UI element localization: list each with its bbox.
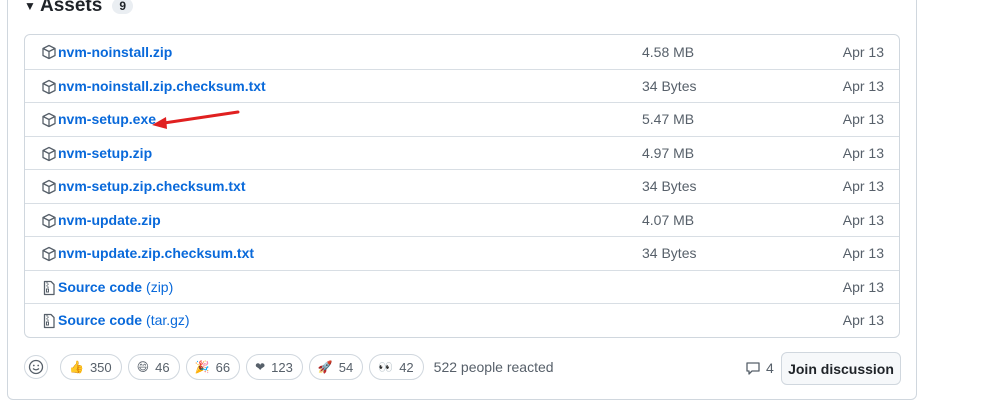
asset-link[interactable]: nvm-noinstall.zip.checksum.txt: [58, 78, 266, 94]
reaction-heart-button[interactable]: ❤ 123: [246, 354, 303, 380]
asset-link[interactable]: nvm-update.zip.checksum.txt: [58, 245, 254, 261]
package-icon: [41, 44, 57, 60]
asset-size: 34 Bytes: [642, 245, 697, 262]
asset-row: nvm-noinstall.zip.checksum.txt 34 Bytes Ap…: [25, 68, 899, 103]
asset-link[interactable]: nvm-update.zip: [58, 212, 161, 228]
rocket-icon: 🚀: [317, 360, 333, 374]
asset-name: nvm-update.zip.checksum.txt: [58, 245, 255, 262]
comment-icon: [746, 362, 760, 375]
reaction-count: 54: [338, 359, 354, 375]
asset-row: nvm-setup.zip 4.97 MB Apr 13: [25, 135, 899, 170]
asset-date: Apr 13: [842, 111, 884, 128]
asset-link[interactable]: nvm-setup.zip: [58, 145, 152, 161]
reaction-count: 42: [399, 359, 414, 375]
reaction-count: 46: [155, 359, 170, 375]
reaction-eyes-button[interactable]: 👀 42: [369, 354, 424, 380]
asset-name: nvm-noinstall.zip.checksum.txt: [58, 77, 266, 94]
smiley-icon: [28, 359, 44, 375]
add-reaction-button[interactable]: [24, 355, 48, 379]
asset-row: nvm-setup.zip.checksum.txt 34 Bytes Apr 13: [25, 169, 899, 203]
assets-list: nvm-noinstall.zip 4.58 MB Apr 13 nvm-noinst…: [24, 34, 900, 338]
asset-size: 4.97 MB: [642, 144, 695, 161]
asset-suffix: (zip): [146, 278, 174, 295]
reaction-count: 123: [271, 359, 293, 375]
asset-size: 4.07 MB: [642, 211, 695, 228]
reaction-thumbs-up-button[interactable]: 👍 350: [60, 354, 122, 380]
join-discussion-button[interactable]: Join discussion: [781, 352, 901, 385]
package-icon: [41, 213, 57, 229]
asset-date: Apr 13: [842, 211, 884, 228]
assets-count-badge: 9: [112, 0, 134, 14]
asset-suffix: (tar.gz): [146, 312, 190, 329]
heart-icon: ❤: [255, 360, 266, 374]
package-icon: [41, 246, 57, 262]
asset-date: Apr 13: [842, 278, 884, 295]
asset-name: Source code: [58, 312, 143, 329]
asset-size: 4.58 MB: [642, 43, 695, 60]
asset-date: Apr 13: [842, 245, 884, 262]
file-zip-icon: [41, 313, 57, 329]
thumbs-up-icon: 👍: [69, 360, 84, 374]
asset-date: Apr 13: [842, 77, 884, 94]
asset-name: nvm-noinstall.zip: [58, 43, 173, 60]
asset-row: nvm-noinstall.zip 4.58 MB Apr 13: [25, 35, 899, 69]
asset-link[interactable]: nvm-setup.exe: [58, 111, 156, 127]
package-icon: [41, 179, 57, 195]
asset-row: Source code (zip) Apr 13: [25, 269, 899, 304]
asset-date: Apr 13: [842, 43, 884, 60]
asset-size: 34 Bytes: [642, 178, 697, 195]
asset-link[interactable]: Source code (zip): [58, 279, 173, 295]
hooray-icon: 🎉: [194, 360, 210, 374]
laugh-icon: 😄: [136, 360, 150, 374]
asset-link[interactable]: nvm-noinstall.zip: [58, 44, 172, 60]
asset-size: 34 Bytes: [642, 77, 697, 94]
comments-count[interactable]: 4: [745, 360, 774, 376]
asset-date: Apr 13: [842, 144, 884, 161]
asset-name: Source code: [58, 278, 143, 295]
asset-row: nvm-update.zip.checksum.txt 34 Bytes Apr 1…: [25, 236, 899, 270]
reaction-hooray-button[interactable]: 🎉 66: [185, 354, 241, 380]
assets-title: Assets: [40, 0, 103, 16]
asset-name: nvm-update.zip: [58, 211, 161, 228]
asset-row: nvm-setup.exe 5.47 MB Apr 13: [25, 102, 899, 136]
reactions-summary: 522 people reacted: [433, 359, 554, 375]
reaction-count: 66: [215, 359, 231, 375]
asset-link[interactable]: nvm-setup.zip.checksum.txt: [58, 178, 246, 194]
package-icon: [41, 79, 57, 95]
asset-name: nvm-setup.zip.checksum.txt: [58, 178, 246, 195]
package-icon: [41, 146, 57, 162]
package-icon: [41, 112, 57, 128]
asset-link[interactable]: Source code (tar.gz): [58, 312, 190, 328]
reaction-laugh-button[interactable]: 😄 46: [127, 354, 180, 380]
asset-date: Apr 13: [842, 178, 884, 195]
asset-date: Apr 13: [842, 312, 884, 329]
eyes-icon: 👀: [378, 360, 394, 374]
asset-row: nvm-update.zip 4.07 MB Apr 13: [25, 202, 899, 237]
asset-size: 5.47 MB: [642, 111, 695, 128]
reaction-rocket-button[interactable]: 🚀 54: [308, 354, 364, 380]
asset-name: nvm-setup.exe: [58, 111, 157, 128]
asset-row: Source code (tar.gz) Apr 13: [25, 303, 899, 337]
reaction-count: 350: [89, 359, 112, 375]
reactions-bar: 👍 350 😄 46 🎉 66 ❤ 123 🚀 54 👀 42 522 people reacted: [24, 352, 554, 382]
asset-name: nvm-setup.zip: [58, 144, 153, 161]
file-zip-icon: [41, 280, 57, 296]
caret-down-icon: ▼: [24, 0, 36, 13]
comment-count-text: 4: [766, 360, 774, 376]
assets-header[interactable]: ▼ Assets 9: [24, 0, 134, 17]
